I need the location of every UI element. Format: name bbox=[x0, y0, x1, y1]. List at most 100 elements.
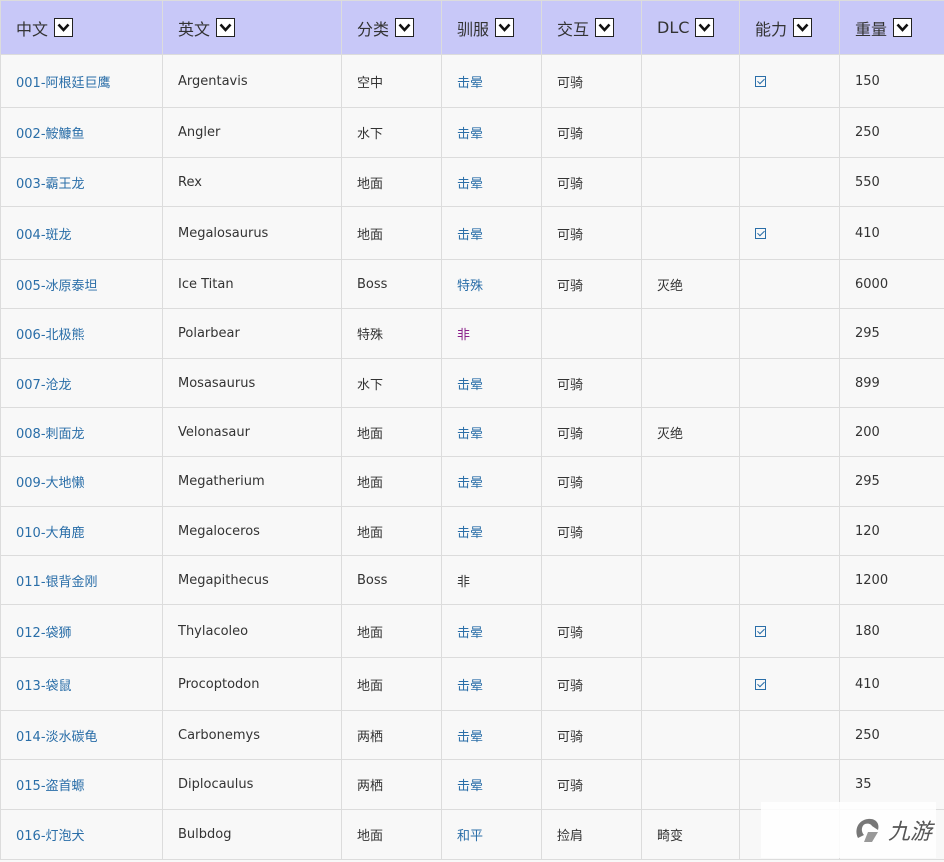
creature-link[interactable]: 013-袋鼠 bbox=[16, 679, 72, 694]
creature-link[interactable]: 001-阿根廷巨鹰 bbox=[16, 76, 111, 91]
tame-link[interactable]: 击晕 bbox=[457, 476, 483, 491]
en-text: Angler bbox=[178, 125, 221, 140]
cell-ability bbox=[739, 710, 840, 760]
creature-table: 中文 英文 分类 驯服 交互 DLC 能力 重量 001-阿根廷巨鹰 Argentavis 空中击… bbox=[0, 0, 944, 860]
cell-zh: 009-大地懒 bbox=[0, 456, 163, 507]
cell-inter: 可骑 bbox=[541, 157, 642, 207]
cell-inter bbox=[541, 555, 642, 605]
chevron-down-icon bbox=[398, 23, 411, 32]
weight-text: 899 bbox=[855, 375, 880, 391]
creature-link[interactable]: 005-冰原泰坦 bbox=[16, 279, 98, 294]
cell-tame: 非 bbox=[441, 555, 542, 605]
cell-inter: 可骑 bbox=[541, 604, 642, 658]
cell-zh: 007-沧龙 bbox=[0, 358, 163, 408]
sort-dropdown-button[interactable] bbox=[495, 18, 515, 37]
column-header-tame: 驯服 bbox=[441, 0, 542, 55]
tame-link[interactable]: 击晕 bbox=[457, 228, 483, 243]
column-header-label: 交互 bbox=[557, 19, 590, 39]
cell-ability bbox=[739, 407, 840, 457]
tame-link[interactable]: 击晕 bbox=[457, 76, 483, 91]
table-row: 006-北极熊 Polarbear 特殊 非 295 bbox=[0, 308, 944, 359]
cell-cat: 地面 bbox=[341, 657, 442, 711]
creature-link[interactable]: 016-灯泡犬 bbox=[16, 829, 85, 844]
cell-tame: 击晕 bbox=[441, 206, 542, 260]
cell-inter: 可骑 bbox=[541, 54, 642, 108]
sort-dropdown-button[interactable] bbox=[595, 18, 615, 37]
creature-link[interactable]: 011-银背金刚 bbox=[16, 575, 98, 590]
sort-dropdown-button[interactable] bbox=[893, 18, 913, 37]
table-body: 001-阿根廷巨鹰 Argentavis 空中 击晕 可骑 150 002-鮟鱇鱼 Angle… bbox=[0, 54, 944, 860]
cell-tame: 和平 bbox=[441, 809, 542, 860]
inter-text: 可骑 bbox=[557, 227, 584, 243]
tame-link[interactable]: 击晕 bbox=[457, 730, 483, 745]
sort-dropdown-button[interactable] bbox=[793, 18, 813, 37]
weight-text: 250 bbox=[855, 727, 880, 743]
cell-dlc bbox=[641, 456, 740, 507]
tame-link[interactable]: 击晕 bbox=[457, 378, 483, 393]
cell-cat: 地面 bbox=[341, 407, 442, 457]
en-text: Velonasaur bbox=[178, 424, 250, 440]
tame-link[interactable]: 击晕 bbox=[457, 526, 483, 541]
column-header-ability: 能力 bbox=[739, 0, 840, 55]
sort-dropdown-button[interactable] bbox=[216, 18, 236, 37]
tame-link[interactable]: 特殊 bbox=[457, 279, 483, 294]
cell-inter: 可骑 bbox=[541, 107, 642, 158]
cell-ability bbox=[739, 206, 840, 260]
creature-link[interactable]: 004-斑龙 bbox=[16, 228, 72, 243]
table-row: 001-阿根廷巨鹰 Argentavis 空中 击晕 可骑 150 bbox=[0, 54, 944, 108]
creature-link[interactable]: 003-霸王龙 bbox=[16, 177, 85, 192]
cell-weight: 1200 bbox=[839, 555, 944, 605]
creature-link[interactable]: 015-盗首螈 bbox=[16, 779, 85, 794]
creature-link[interactable]: 010-大角鹿 bbox=[16, 526, 85, 541]
cell-zh: 003-霸王龙 bbox=[0, 157, 163, 207]
cell-tame: 特殊 bbox=[441, 259, 542, 309]
cell-weight: 410 bbox=[839, 206, 944, 260]
cell-tame: 非 bbox=[441, 308, 542, 359]
weight-text: 410 bbox=[855, 676, 880, 692]
sort-dropdown-button[interactable] bbox=[695, 18, 715, 37]
creature-link[interactable]: 007-沧龙 bbox=[16, 378, 72, 393]
tame-link[interactable]: 击晕 bbox=[457, 427, 483, 442]
cell-en: Thylacoleo bbox=[162, 604, 342, 658]
cell-en: Procoptodon bbox=[162, 657, 342, 711]
creature-link[interactable]: 014-淡水碳龟 bbox=[16, 730, 98, 745]
cell-en: Diplocaulus bbox=[162, 759, 342, 810]
tame-link[interactable]: 击晕 bbox=[457, 779, 483, 794]
sort-dropdown-button[interactable] bbox=[395, 18, 415, 37]
cell-ability bbox=[739, 657, 840, 711]
cell-ability bbox=[739, 259, 840, 309]
cat-text: 水下 bbox=[357, 377, 384, 393]
inter-text: 可骑 bbox=[557, 729, 584, 745]
creature-link[interactable]: 002-鮟鱇鱼 bbox=[16, 127, 85, 142]
cell-cat: Boss bbox=[341, 555, 442, 605]
en-text: Megaloceros bbox=[178, 523, 260, 539]
cat-text: Boss bbox=[357, 572, 388, 588]
sort-dropdown-button[interactable] bbox=[54, 18, 74, 37]
cell-dlc bbox=[641, 308, 740, 359]
tame-link[interactable]: 非 bbox=[457, 328, 470, 343]
cell-inter: 可骑 bbox=[541, 506, 642, 556]
cell-en: Mosasaurus bbox=[162, 358, 342, 408]
table-row: 004-斑龙 Megalosaurus 地面 击晕 可骑 410 bbox=[0, 206, 944, 260]
column-header-zh: 中文 bbox=[0, 0, 163, 55]
table-row: 014-淡水碳龟 Carbonemys 两栖 击晕 可骑 250 bbox=[0, 710, 944, 760]
cell-zh: 004-斑龙 bbox=[0, 206, 163, 260]
creature-link[interactable]: 012-袋狮 bbox=[16, 626, 72, 641]
cell-zh: 014-淡水碳龟 bbox=[0, 710, 163, 760]
table-row: 013-袋鼠 Procoptodon 地面 击晕 可骑 410 bbox=[0, 657, 944, 711]
inter-text: 可骑 bbox=[557, 176, 584, 192]
tame-link[interactable]: 和平 bbox=[457, 829, 483, 844]
chevron-down-icon bbox=[57, 23, 70, 32]
cell-weight: 250 bbox=[839, 710, 944, 760]
creature-link[interactable]: 006-北极熊 bbox=[16, 328, 85, 343]
creature-link[interactable]: 008-刺面龙 bbox=[16, 427, 85, 442]
en-text: Megatherium bbox=[178, 474, 265, 489]
tame-link[interactable]: 击晕 bbox=[457, 127, 483, 142]
tame-link[interactable]: 击晕 bbox=[457, 177, 483, 192]
tame-link[interactable]: 击晕 bbox=[457, 679, 483, 694]
cat-text: 两栖 bbox=[357, 779, 384, 794]
cell-inter: 可骑 bbox=[541, 407, 642, 457]
creature-link[interactable]: 009-大地懒 bbox=[16, 476, 85, 491]
chevron-down-icon bbox=[219, 23, 232, 32]
tame-link[interactable]: 击晕 bbox=[457, 626, 483, 641]
